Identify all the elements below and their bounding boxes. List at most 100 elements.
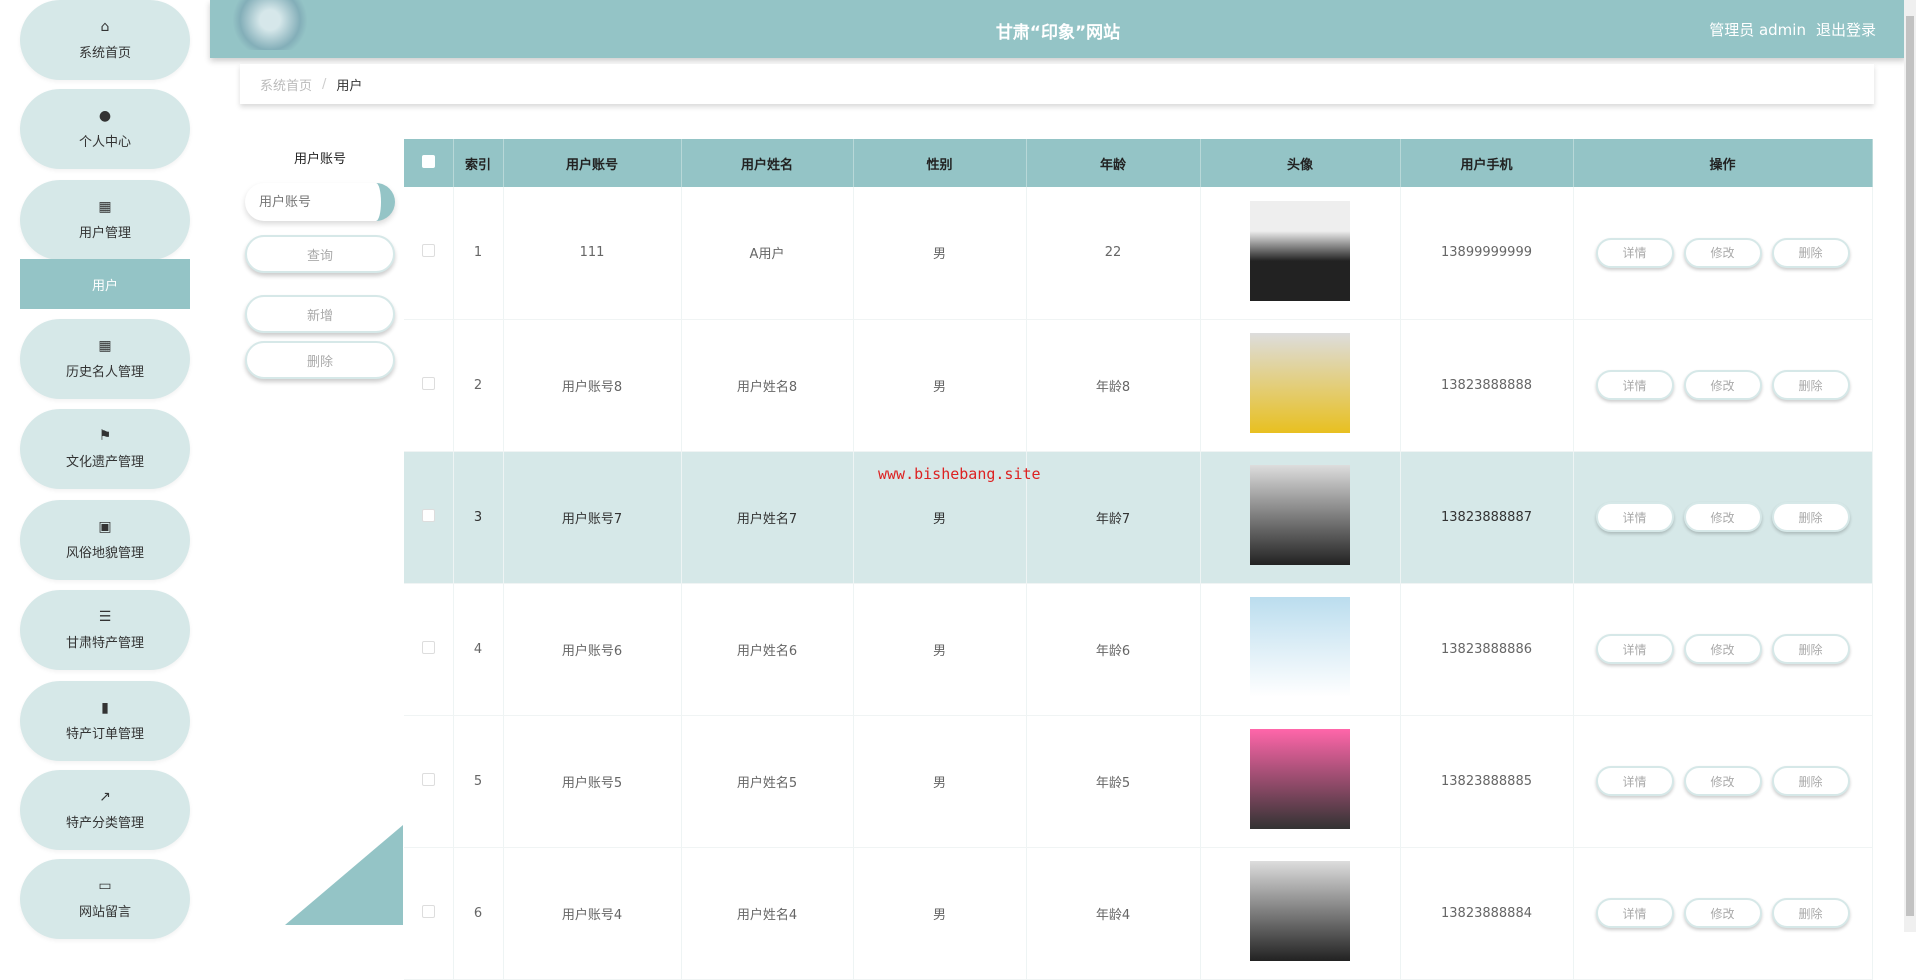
add-button[interactable]: 新增 xyxy=(245,295,395,333)
sidebar-item-7[interactable]: ▮ 特产订单管理 xyxy=(20,681,190,761)
row-checkbox[interactable] xyxy=(421,244,435,258)
briefcase-icon: ▣ xyxy=(98,518,112,535)
breadcrumb-home[interactable]: 系统首页 xyxy=(260,75,312,94)
row-checkbox[interactable] xyxy=(421,904,435,918)
cell-phone: 13823888887 xyxy=(1400,451,1574,584)
cell-name: 用户姓名5 xyxy=(681,715,854,848)
edit-button[interactable]: 修改 xyxy=(1683,502,1762,532)
sidebar-item-8[interactable]: ↗ 特产分类管理 xyxy=(20,770,190,850)
edit-button[interactable]: 修改 xyxy=(1683,370,1762,400)
delete-row-button[interactable]: 删除 xyxy=(1771,766,1850,796)
cell-phone: 13823888885 xyxy=(1400,715,1574,848)
sidebar-item-6[interactable]: ☰ 甘肃特产管理 xyxy=(20,590,190,670)
detail-button[interactable]: 详情 xyxy=(1595,502,1674,532)
cell-age: 年龄6 xyxy=(1026,583,1201,716)
grid-icon: ▦ xyxy=(98,337,112,354)
table-row: 6 用户账号4 用户姓名4 男 年龄4 13823888884 详情 修改 删除 xyxy=(404,847,1873,980)
cell-account: 用户账号7 xyxy=(503,451,682,584)
cell-index: 1 xyxy=(453,187,504,320)
cell-gender: 男 xyxy=(853,319,1027,452)
monitor-icon: ▭ xyxy=(98,877,112,894)
scrollbar[interactable] xyxy=(1904,0,1916,932)
delete-button[interactable]: 删除 xyxy=(245,341,395,379)
cell-index: 4 xyxy=(453,583,504,716)
column-header: 用户账号 xyxy=(503,139,682,187)
cell-account: 用户账号8 xyxy=(503,319,682,452)
sidebar-item-label: 文化遗产管理 xyxy=(65,454,144,470)
cell-gender: 男 xyxy=(853,583,1027,716)
breadcrumb-sep: / xyxy=(322,76,327,92)
flag-icon: ⚑ xyxy=(98,427,112,444)
sidebar: ⌂ 系统首页 ● 个人中心 ▦ 用户管理 ▦ 历史名人管理 ⚑ 文化遗产管理 ▣ 风俗地貌管理 ☰ 甘肃特… xyxy=(0,0,210,939)
user-table: 索引 用户账号 用户姓名 性别 年龄 头像 用户手机 操作 1 111 A用户 男 22 13… xyxy=(404,139,1873,980)
avatar xyxy=(1250,861,1350,961)
user-label: 管理员 admin xyxy=(1709,21,1806,39)
cell-name: A用户 xyxy=(681,187,854,320)
detail-button[interactable]: 详情 xyxy=(1595,634,1674,664)
cell-index: 2 xyxy=(453,319,504,452)
cell-phone: 13823888884 xyxy=(1400,847,1574,980)
avatar xyxy=(1250,333,1350,433)
book-icon: ▮ xyxy=(101,699,109,716)
delete-row-button[interactable]: 删除 xyxy=(1771,898,1850,928)
table-row: 5 用户账号5 用户姓名5 男 年龄5 13823888885 详情 修改 删除 xyxy=(404,715,1873,848)
sidebar-item-4[interactable]: ⚑ 文化遗产管理 xyxy=(20,409,190,489)
table-row: 2 用户账号8 用户姓名8 男 年龄8 13823888888 详情 修改 删除 xyxy=(404,319,1873,452)
detail-button[interactable]: 详情 xyxy=(1595,766,1674,796)
detail-button[interactable]: 详情 xyxy=(1595,370,1674,400)
header: 甘肃“印象”网站 管理员 admin 退出登录 xyxy=(210,0,1906,58)
cell-phone: 13899999999 xyxy=(1400,187,1574,320)
site-title: 甘肃“印象”网站 xyxy=(995,23,1121,43)
query-button[interactable]: 查询 xyxy=(245,235,395,273)
cell-gender: 男 xyxy=(853,715,1027,848)
sidebar-item-label: 个人中心 xyxy=(78,134,131,150)
sliders-icon: ☰ xyxy=(98,608,112,625)
column-header: 操作 xyxy=(1573,139,1873,187)
select-all-checkbox[interactable] xyxy=(404,139,454,187)
sidebar-item-5[interactable]: ▣ 风俗地貌管理 xyxy=(20,500,190,580)
breadcrumb: 系统首页 / 用户 xyxy=(240,64,1874,104)
search-label: 用户账号 xyxy=(293,152,346,167)
cell-phone: 13823888888 xyxy=(1400,319,1574,452)
row-checkbox[interactable] xyxy=(421,772,435,786)
edit-button[interactable]: 修改 xyxy=(1683,634,1762,664)
sidebar-item-2[interactable]: ▦ 用户管理 xyxy=(20,180,190,260)
delete-row-button[interactable]: 删除 xyxy=(1771,634,1850,664)
delete-row-button[interactable]: 删除 xyxy=(1771,502,1850,532)
sidebar-item-label: 特产分类管理 xyxy=(65,815,144,831)
sidebar-item-label: 特产订单管理 xyxy=(65,726,144,742)
row-checkbox[interactable] xyxy=(421,640,435,654)
cell-name: 用户姓名4 xyxy=(681,847,854,980)
avatar xyxy=(1250,465,1350,565)
row-checkbox[interactable] xyxy=(421,376,435,390)
cell-account: 用户账号5 xyxy=(503,715,682,848)
cell-name: 用户姓名8 xyxy=(681,319,854,452)
edit-button[interactable]: 修改 xyxy=(1683,766,1762,796)
row-checkbox[interactable] xyxy=(421,508,435,522)
avatar xyxy=(1250,729,1350,829)
edit-button[interactable]: 修改 xyxy=(1683,898,1762,928)
avatar xyxy=(1250,597,1350,697)
cell-index: 5 xyxy=(453,715,504,848)
detail-button[interactable]: 详情 xyxy=(1595,898,1674,928)
column-header: 索引 xyxy=(453,139,504,187)
cell-name: 用户姓名6 xyxy=(681,583,854,716)
sidebar-item-1[interactable]: ● 个人中心 xyxy=(20,89,190,169)
sidebar-item-label: 风俗地貌管理 xyxy=(65,545,144,561)
logout-link[interactable]: 退出登录 xyxy=(1816,21,1876,39)
detail-button[interactable]: 详情 xyxy=(1595,237,1674,268)
column-header: 性别 xyxy=(853,139,1027,187)
sidebar-subitem-user[interactable]: 用户 xyxy=(20,259,190,309)
delete-row-button[interactable]: 删除 xyxy=(1771,237,1850,268)
delete-row-button[interactable]: 删除 xyxy=(1771,370,1850,400)
sidebar-item-0[interactable]: ⌂ 系统首页 xyxy=(20,0,190,80)
corner-decoration xyxy=(285,825,403,925)
grid-icon: ▦ xyxy=(98,198,112,215)
avatar xyxy=(1250,200,1350,301)
edit-button[interactable]: 修改 xyxy=(1683,237,1762,268)
cell-age: 年龄5 xyxy=(1026,715,1201,848)
account-search-input[interactable] xyxy=(245,183,395,221)
sidebar-item-9[interactable]: ▭ 网站留言 xyxy=(20,859,190,939)
cell-age: 22 xyxy=(1026,187,1201,320)
sidebar-item-3[interactable]: ▦ 历史名人管理 xyxy=(20,319,190,399)
